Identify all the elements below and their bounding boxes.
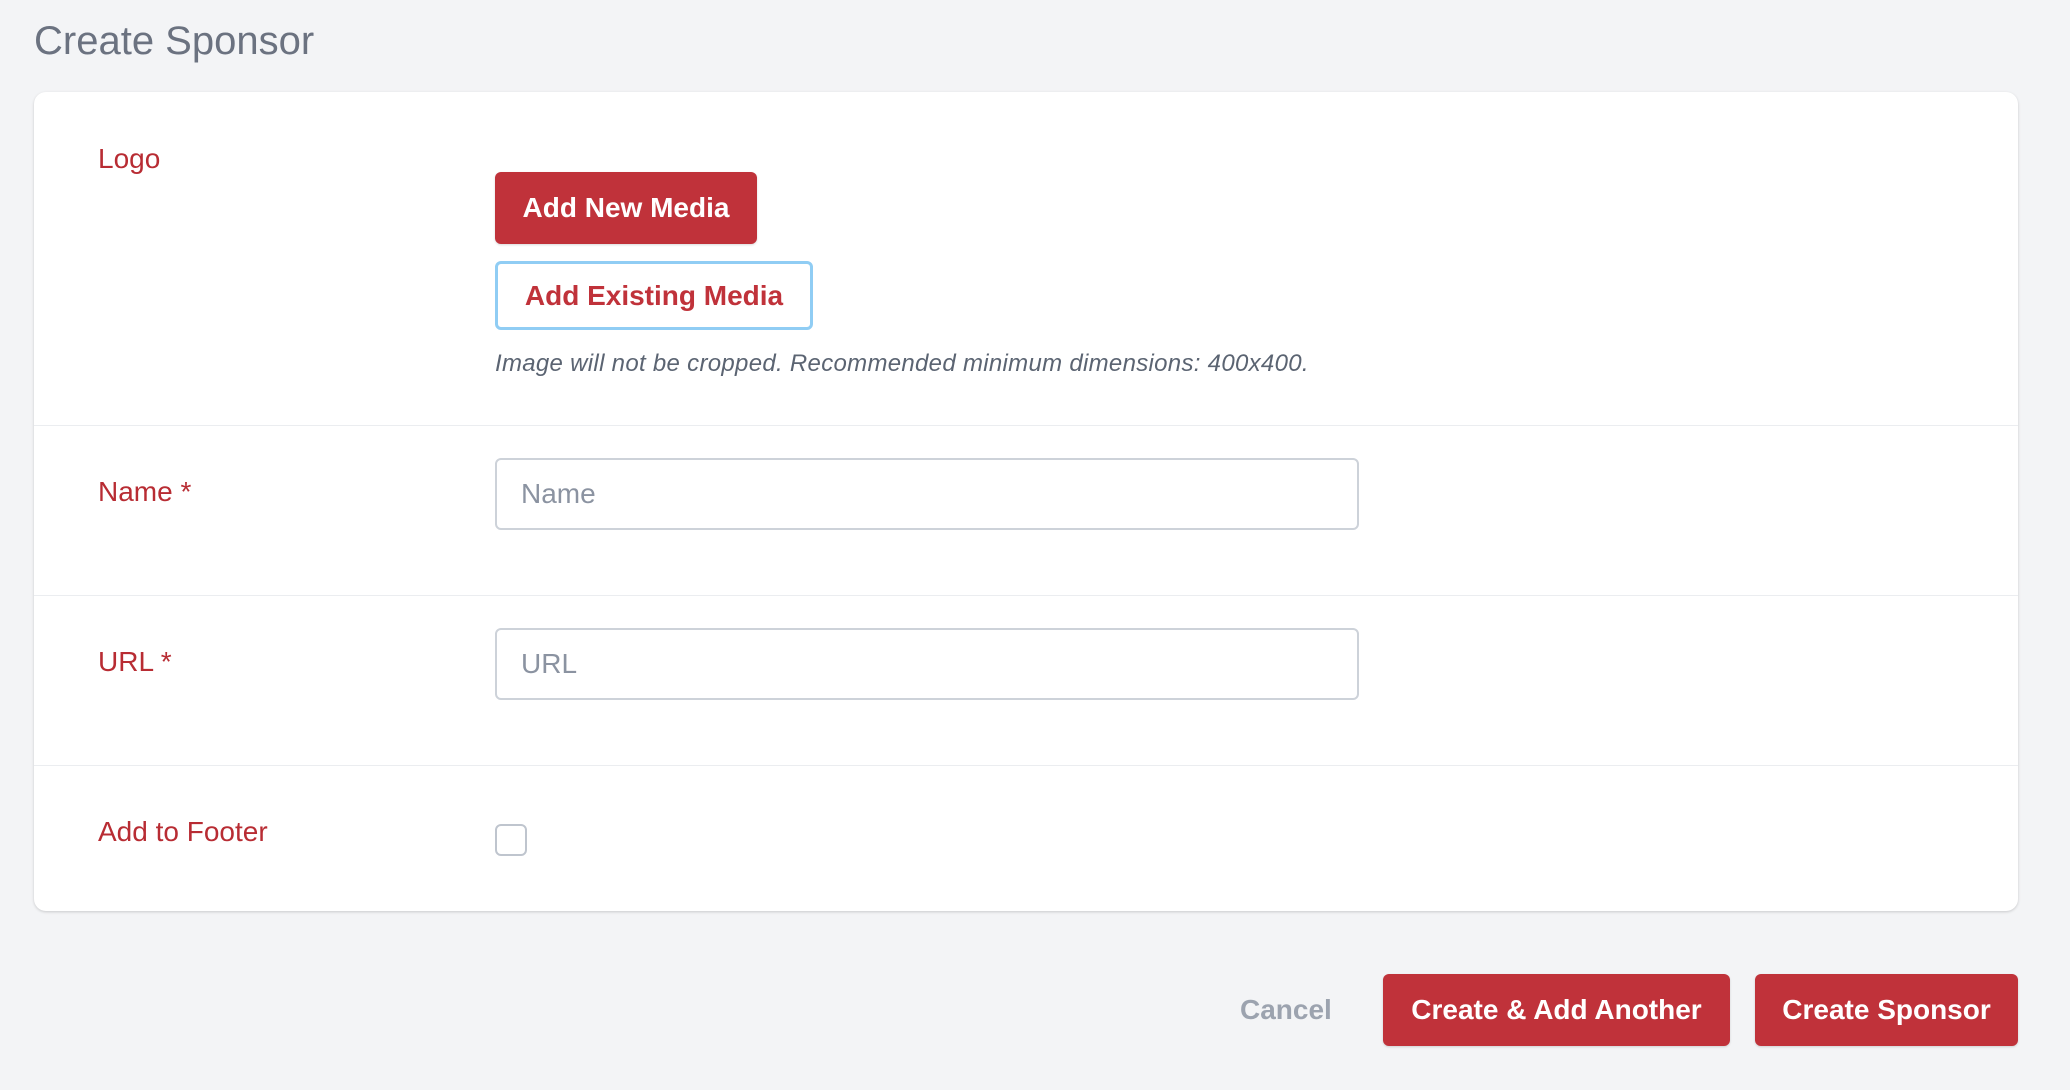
create-and-add-another-button[interactable]: Create & Add Another	[1383, 974, 1730, 1046]
create-sponsor-button[interactable]: Create Sponsor	[1755, 974, 2018, 1046]
add-new-media-button[interactable]: Add New Media	[495, 172, 757, 244]
add-to-footer-field	[495, 824, 527, 856]
name-row: Name *	[34, 426, 2018, 596]
form-card: Logo Add New Media Add Existing Media Im…	[34, 92, 2018, 911]
logo-row: Logo Add New Media Add Existing Media Im…	[34, 92, 2018, 426]
add-to-footer-row: Add to Footer	[34, 766, 2018, 911]
url-input[interactable]	[495, 628, 1359, 700]
url-field-wrapper	[495, 628, 1359, 700]
name-field-wrapper	[495, 458, 1359, 530]
name-input[interactable]	[495, 458, 1359, 530]
logo-label: Logo	[98, 143, 161, 174]
page-title: Create Sponsor	[34, 19, 315, 63]
cancel-button[interactable]: Cancel	[1228, 974, 1344, 1046]
add-to-footer-label: Add to Footer	[98, 816, 268, 847]
logo-hint: Image will not be cropped. Recommended m…	[495, 350, 1309, 377]
add-to-footer-checkbox[interactable]	[495, 824, 527, 856]
add-existing-media-button[interactable]: Add Existing Media	[495, 261, 813, 330]
name-label: Name *	[98, 476, 192, 507]
url-label: URL *	[98, 646, 172, 677]
url-row: URL *	[34, 596, 2018, 766]
